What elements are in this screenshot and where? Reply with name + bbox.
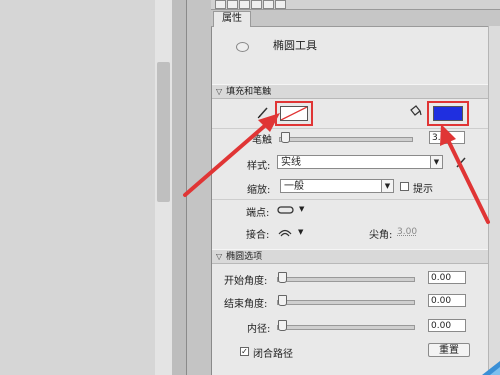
section-ellipse-options[interactable]: ▽ 椭圆选项 (212, 249, 488, 264)
no-color-slash-icon (281, 107, 307, 120)
style-select[interactable]: 实线 ▼ (277, 155, 443, 169)
join-label: 接合: (246, 230, 270, 241)
panel-dock-edge (172, 0, 187, 375)
divider (212, 199, 488, 200)
cap-dropdown-icon[interactable]: ▼ (299, 205, 304, 213)
scale-select-value: 一般 (284, 181, 304, 192)
stroke-width-input[interactable]: 3.00 (429, 131, 465, 144)
panel-top-toolbar (211, 0, 500, 10)
hint-label: 提示 (413, 184, 433, 195)
miter-label: 尖角: (369, 230, 393, 241)
stage-scrollbar-thumb[interactable] (157, 62, 170, 202)
cap-label: 端点: (246, 208, 270, 219)
section-title: 椭圆选项 (226, 252, 263, 262)
collapse-triangle-icon: ▽ (216, 252, 223, 261)
tool-name: 椭圆工具 (273, 39, 317, 52)
tab-properties[interactable]: 属性 (213, 11, 251, 27)
divider (212, 128, 488, 129)
end-angle-input[interactable]: 0.00 (428, 294, 466, 307)
stroke-color-swatch[interactable] (280, 106, 308, 121)
scale-select[interactable]: 一般 ▼ (280, 179, 394, 193)
chevron-down-icon: ▼ (430, 156, 442, 168)
chevron-down-icon: ▼ (381, 180, 393, 192)
paint-bucket-icon (410, 105, 422, 116)
stroke-label: 笔触 (252, 135, 272, 146)
start-angle-label: 开始角度: (224, 276, 268, 287)
toolbar-icon[interactable] (227, 0, 238, 9)
stroke-slider-thumb[interactable] (281, 132, 290, 143)
join-dropdown-icon[interactable]: ▼ (298, 228, 303, 236)
dock-gap (187, 0, 211, 375)
collapse-triangle-icon: ▽ (216, 87, 223, 96)
toolbar-icon[interactable] (215, 0, 226, 9)
inner-radius-input[interactable]: 0.00 (428, 319, 466, 332)
fill-color-swatch[interactable] (433, 106, 463, 121)
close-path-checkbox[interactable]: ✓ (240, 347, 249, 356)
start-angle-input[interactable]: 0.00 (428, 271, 466, 284)
toolbar-icon[interactable] (251, 0, 262, 9)
stroke-slider-track[interactable] (279, 137, 413, 142)
inner-radius-label: 内径: (247, 324, 271, 335)
cap-round-icon[interactable] (277, 205, 295, 215)
style-select-value: 实线 (281, 157, 301, 168)
close-path-label: 闭合路径 (253, 349, 293, 360)
inner-radius-slider-track[interactable] (277, 325, 415, 330)
style-label: 样式: (247, 161, 271, 172)
scale-label: 缩放: (247, 185, 271, 196)
end-angle-label: 结束角度: (224, 299, 268, 310)
section-fill-stroke[interactable]: ▽ 填充和笔触 (212, 84, 488, 99)
stage-area (0, 0, 172, 375)
corner-decoration (482, 361, 500, 375)
ellipse-tool-icon (236, 42, 249, 52)
end-angle-slider-track[interactable] (277, 300, 415, 305)
end-angle-slider-thumb[interactable] (278, 295, 287, 306)
edit-style-pencil-icon[interactable] (455, 155, 467, 169)
inner-radius-slider-thumb[interactable] (278, 320, 287, 331)
panel-scrollbar[interactable] (488, 26, 500, 375)
miter-value[interactable]: 3.00 (397, 227, 417, 237)
toolbar-icon[interactable] (275, 0, 286, 9)
start-angle-slider-thumb[interactable] (278, 272, 287, 283)
pencil-icon (257, 107, 268, 119)
section-title: 填充和笔触 (226, 87, 272, 97)
toolbar-icon[interactable] (263, 0, 274, 9)
join-round-icon[interactable] (277, 226, 293, 238)
panel-tab-bar (211, 10, 500, 27)
toolbar-icon[interactable] (239, 0, 250, 9)
start-angle-slider-track[interactable] (277, 277, 415, 282)
hint-checkbox[interactable] (400, 182, 409, 191)
